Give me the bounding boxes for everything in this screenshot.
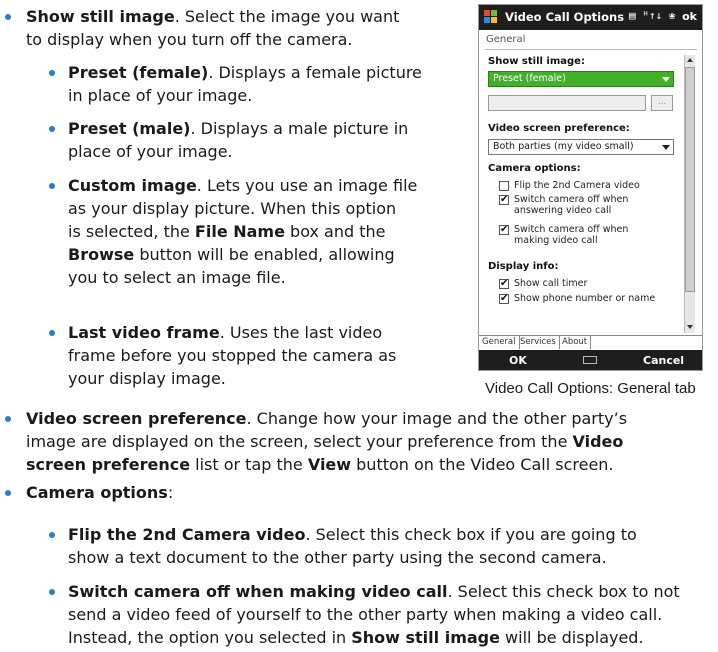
tab-strip: General Services About: [479, 335, 702, 350]
bullet-switch-camera-off: Switch camera off when making video call…: [68, 582, 680, 647]
show-still-image-label: Show still image:: [488, 56, 585, 67]
switch-off-making-checkbox[interactable]: ✔: [499, 225, 509, 235]
show-still-image-dropdown[interactable]: Preset (female): [488, 71, 674, 87]
switch-off-making-label: Switch camera off when making video call: [514, 224, 629, 246]
tab-services[interactable]: Services: [517, 336, 560, 349]
bullet-dot: [49, 126, 55, 132]
bullet-dot: [49, 532, 55, 538]
show-call-timer-checkbox[interactable]: ✔: [499, 279, 509, 289]
windows-start-icon[interactable]: [484, 10, 498, 24]
file-name-field: [488, 95, 646, 111]
video-screen-preference-label: Video screen preference:: [488, 123, 630, 134]
bullet-preset-male: Preset (male). Displays a male picture i…: [68, 119, 409, 161]
bullet-video-screen-preference: Video screen preference. Change how your…: [26, 409, 628, 474]
status-icons: ▤ ᴴ↑↓ ❀: [629, 9, 676, 22]
camera-options-label: Camera options:: [488, 163, 581, 174]
app-title: Video Call Options: [505, 10, 625, 24]
bullet-dot: [49, 330, 55, 336]
bullet-preset-female: Preset (female). Displays a female pictu…: [68, 63, 422, 105]
scroll-down-icon[interactable]: [687, 325, 693, 329]
switch-off-answering-label: Switch camera off when answering video ca…: [514, 194, 629, 216]
flip-camera-label: Flip the 2nd Camera video: [514, 180, 640, 191]
switch-off-answering-checkbox[interactable]: ✔: [499, 195, 509, 205]
show-phone-number-label: Show phone number or name: [514, 293, 656, 304]
bullet-dot: [49, 589, 55, 595]
scroll-thumb[interactable]: [685, 67, 695, 292]
show-phone-number-checkbox[interactable]: ✔: [499, 294, 509, 304]
bullet-dot: [49, 183, 55, 189]
bullet-dot: [5, 14, 11, 20]
title-bar: Video Call Options ▤ ᴴ↑↓ ❀ ok: [479, 5, 702, 30]
bullet-dot: [5, 416, 11, 422]
cancel-soft-key[interactable]: Cancel: [643, 354, 684, 367]
soft-key-bar: OK Cancel: [479, 350, 702, 370]
video-screen-preference-dropdown[interactable]: Both parties (my video small): [488, 139, 674, 155]
scroll-up-icon[interactable]: [687, 58, 693, 62]
scrollbar[interactable]: [684, 55, 695, 333]
display-info-label: Display info:: [488, 261, 559, 272]
ok-title-button[interactable]: ok: [682, 10, 697, 23]
tab-general[interactable]: General: [479, 336, 520, 349]
chevron-down-icon: [662, 145, 670, 150]
bullet-dot: [49, 70, 55, 76]
section-header: General: [486, 34, 526, 45]
keyboard-icon[interactable]: [583, 356, 597, 364]
bullet-dot: [5, 490, 11, 496]
bullet-show-still-image: Show still image. Select the image you w…: [26, 7, 400, 49]
chevron-down-icon: [662, 77, 670, 82]
flip-camera-checkbox[interactable]: [499, 181, 509, 191]
section-divider: [485, 49, 697, 50]
bullet-flip-2nd-camera: Flip the 2nd Camera video. Select this c…: [68, 525, 637, 567]
show-call-timer-label: Show call timer: [514, 278, 588, 289]
figure-caption: Video Call Options: General tab: [485, 380, 696, 397]
ok-soft-key[interactable]: OK: [509, 354, 527, 367]
bullet-custom-image: Custom image. Lets you use an image file…: [68, 176, 418, 287]
tab-about[interactable]: About: [559, 336, 592, 349]
bullet-camera-options: Camera options:: [26, 483, 174, 502]
bullet-last-video-frame: Last video frame. Uses the last video fr…: [68, 323, 397, 388]
browse-button: ...: [651, 95, 673, 111]
phone-screenshot: Video Call Options ▤ ᴴ↑↓ ❀ ok General Sh…: [478, 4, 703, 371]
